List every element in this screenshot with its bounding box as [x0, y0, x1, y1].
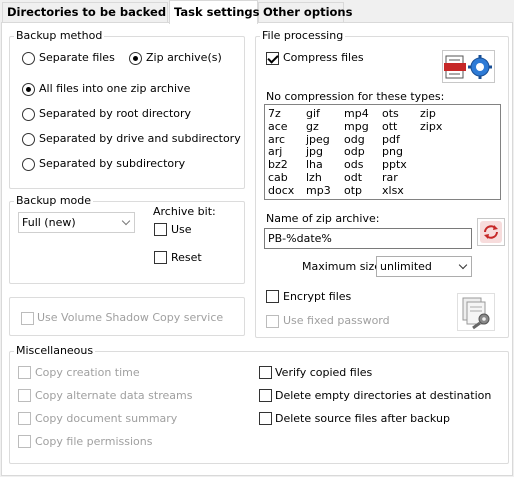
delete-source-files-checkbox[interactable] [259, 412, 272, 425]
copy-document-summary-checkbox[interactable] [18, 412, 31, 425]
fixed-password-checkbox[interactable] [266, 315, 279, 328]
list-item: xlsx [382, 183, 404, 197]
vss-checkbox[interactable] [21, 312, 34, 325]
by-subdirectory-radio[interactable] [22, 158, 35, 171]
separate-files-label: Separate files [39, 51, 115, 64]
max-size-select[interactable]: unlimited [376, 256, 472, 277]
by-subdirectory-label: Separated by subdirectory [39, 157, 186, 170]
compress-files-checkbox[interactable] [266, 52, 279, 65]
zip-name-placeholder-button[interactable] [477, 218, 505, 246]
archive-bit-use-label: Use [171, 223, 192, 236]
max-size-value: unlimited [380, 260, 432, 273]
verify-copied-files-label: Verify copied files [275, 366, 373, 379]
verify-copied-files-checkbox[interactable] [259, 366, 272, 379]
backup-mode-select[interactable]: Full (new) [18, 212, 135, 233]
zip-archives-label: Zip archive(s) [146, 51, 222, 64]
file-processing-title: File processing [260, 29, 346, 42]
list-item: mpg [344, 119, 369, 133]
encrypt-files-label: Encrypt files [283, 290, 352, 303]
by-root-directory-label: Separated by root directory [39, 107, 192, 120]
by-drive-subdirectory-radio[interactable] [22, 133, 35, 146]
types-column-3: mp4 mpg odg odp ods odt otp [344, 107, 369, 198]
types-column-5: zip zipx [420, 107, 443, 134]
archive-bit-reset-checkbox[interactable] [154, 251, 167, 264]
copy-creation-time-label: Copy creation time [35, 366, 140, 379]
list-item: cab [268, 170, 288, 184]
list-item: lzh [306, 170, 322, 184]
chevron-down-icon [121, 216, 131, 226]
vss-label: Use Volume Shadow Copy service [37, 311, 224, 324]
types-column-2: gif gz jpeg jpg lha lzh mp3 [306, 107, 331, 198]
archive-bit-reset-label: Reset [171, 251, 202, 264]
encrypt-files-checkbox[interactable] [266, 290, 279, 303]
backup-method-title: Backup method [14, 29, 105, 42]
copy-file-permissions-label: Copy file permissions [35, 435, 153, 448]
list-item: ace [268, 119, 288, 133]
no-compression-label: No compression for these types: [266, 90, 445, 103]
list-item: docx [268, 183, 295, 197]
copy-alternate-streams-checkbox[interactable] [18, 389, 31, 402]
encryption-settings-button[interactable] [457, 293, 495, 331]
all-files-one-zip-label: All files into one zip archive [39, 82, 191, 95]
list-item: otp [344, 183, 363, 197]
delete-empty-dirs-label: Delete empty directories at destination [275, 389, 492, 402]
list-item: gif [306, 107, 320, 120]
list-item: rar [382, 170, 398, 184]
chevron-down-icon [458, 260, 468, 270]
list-item: odt [344, 170, 363, 184]
types-column-1: 7z ace arc arj bz2 cab docx [268, 107, 295, 198]
compression-settings-icon [444, 55, 492, 79]
list-item: gz [306, 119, 319, 133]
refresh-variables-icon [480, 221, 502, 243]
list-item: 7z [268, 107, 281, 120]
archive-bit-label: Archive bit: [153, 205, 216, 218]
tab-task-settings[interactable]: Task settings [169, 0, 259, 24]
zip-name-input[interactable] [264, 228, 472, 249]
list-item: ots [382, 107, 399, 120]
copy-alternate-streams-label: Copy alternate data streams [35, 389, 193, 402]
tab-other-options[interactable]: Other options [258, 2, 352, 22]
tab-directories[interactable]: Directories to be backed up [2, 2, 186, 22]
archive-bit-use-checkbox[interactable] [154, 223, 167, 236]
list-item: mp4 [344, 107, 369, 120]
no-compression-types-list[interactable]: 7z ace arc arj bz2 cab docx gif gz jpeg … [264, 104, 501, 200]
by-drive-subdirectory-label: Separated by drive and subdirectory [39, 132, 241, 145]
delete-empty-dirs-checkbox[interactable] [259, 389, 272, 402]
backup-mode-value: Full (new) [22, 216, 76, 229]
types-column-4: ots ott pdf png pptx rar xlsx [382, 107, 407, 198]
list-item: zipx [420, 119, 443, 133]
list-item: zip [420, 107, 436, 120]
copy-creation-time-checkbox[interactable] [18, 366, 31, 379]
delete-source-files-label: Delete source files after backup [275, 412, 450, 425]
miscellaneous-title: Miscellaneous [14, 344, 96, 357]
list-item: mp3 [306, 183, 331, 197]
compress-files-label: Compress files [283, 51, 364, 64]
copy-file-permissions-checkbox[interactable] [18, 435, 31, 448]
separate-files-radio[interactable] [22, 52, 35, 65]
key-files-icon [462, 297, 490, 330]
copy-document-summary-label: Copy document summary [35, 412, 178, 425]
zip-archives-radio[interactable] [129, 52, 142, 65]
by-root-directory-radio[interactable] [22, 108, 35, 121]
backup-mode-title: Backup mode [14, 194, 94, 207]
max-size-label: Maximum size: [302, 260, 385, 273]
list-item: ott [382, 119, 398, 133]
zip-name-label: Name of zip archive: [266, 212, 380, 225]
all-files-one-zip-radio[interactable] [22, 83, 35, 96]
compression-settings-button[interactable] [442, 50, 495, 83]
fixed-password-label: Use fixed password [283, 314, 390, 327]
